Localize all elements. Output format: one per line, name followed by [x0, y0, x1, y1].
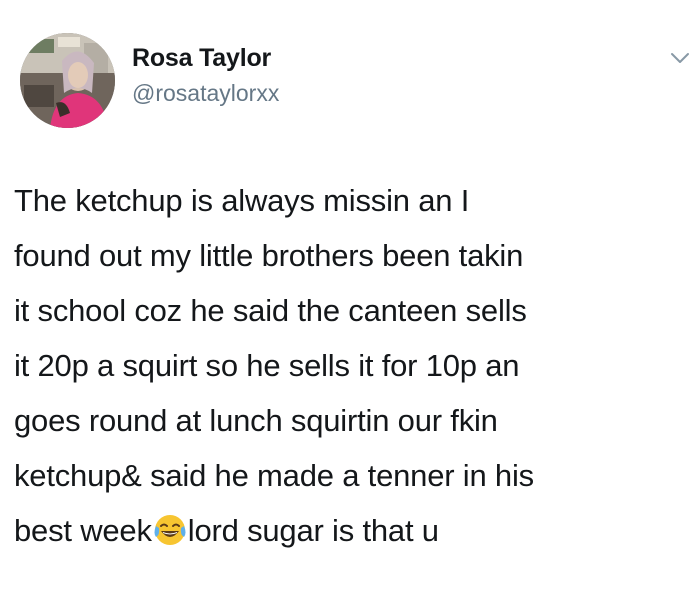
user-handle[interactable]: @rosataylorxx — [132, 80, 279, 107]
tweet-text-line-last: best week lord sugar is that u — [14, 503, 690, 558]
tweet-text-line: goes round at lunch squirtin our fkin — [14, 403, 498, 438]
chevron-down-icon[interactable] — [669, 50, 691, 66]
tweet-text-line: it 20p a squirt so he sells it for 10p a… — [14, 348, 520, 383]
tweet-text-line: found out my little brothers been takin — [14, 238, 524, 273]
tweet-text-line: it school coz he said the canteen sells — [14, 293, 527, 328]
avatar[interactable] — [20, 33, 115, 128]
tweet-text-line: ketchup& said he made a tenner in his — [14, 458, 534, 493]
tweet-card: Rosa Taylor @rosataylorxx The ketchup is… — [0, 0, 700, 611]
tweet-text-segment: best week — [14, 513, 152, 548]
tweet-text-line: The ketchup is always missin an I — [14, 183, 470, 218]
tweet-text: The ketchup is always missin an I found … — [14, 173, 690, 558]
tweet-text-segment: lord sugar is that u — [187, 513, 439, 548]
display-name[interactable]: Rosa Taylor — [132, 44, 271, 73]
face-with-tears-of-joy-icon — [154, 515, 186, 545]
